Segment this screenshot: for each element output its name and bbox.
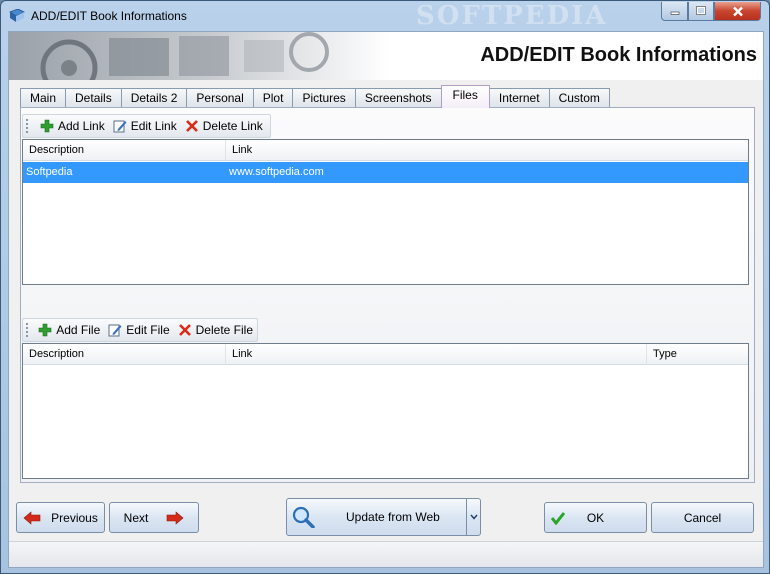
chevron-down-icon (469, 514, 478, 520)
dialog-body: ADD/EDIT Book Informations Main Details … (8, 31, 764, 568)
table-row[interactable]: Softpedia www.softpedia.com (23, 162, 748, 183)
tab-files[interactable]: Files (440, 85, 490, 108)
update-dropdown-toggle[interactable] (466, 499, 480, 535)
header-banner: ADD/EDIT Book Informations (9, 32, 763, 80)
column-header-link[interactable]: Link (226, 344, 647, 365)
column-header-type[interactable]: Type (647, 344, 748, 365)
page-title: ADD/EDIT Book Informations (480, 44, 757, 66)
add-file-label: Add File (56, 323, 101, 337)
tab-custom[interactable]: Custom (548, 88, 610, 108)
tab-main[interactable]: Main (20, 88, 67, 108)
status-bar (9, 541, 763, 567)
magnifier-icon (292, 506, 315, 528)
delete-link-label: Delete Link (202, 119, 263, 133)
arrow-right-icon (167, 510, 184, 525)
edit-icon (108, 324, 122, 337)
cancel-label: Cancel (683, 510, 722, 525)
update-from-web-label: Update from Web (346, 510, 440, 524)
cancel-button[interactable]: Cancel (651, 502, 754, 533)
film-collage-image (9, 32, 389, 80)
edit-icon (113, 120, 127, 133)
files-toolbar: Add File Edit File Delete File (22, 318, 258, 342)
watermark-text: SOFTPEDIA (416, 1, 608, 31)
close-icon (732, 6, 743, 16)
delete-x-icon (185, 120, 198, 132)
toolbar-grip[interactable] (26, 323, 30, 337)
ok-button[interactable]: OK (544, 502, 647, 533)
update-from-web-button[interactable]: Update from Web (286, 498, 481, 536)
plus-icon (38, 323, 52, 337)
checkmark-icon (551, 512, 565, 525)
files-table[interactable]: Description Link Type (22, 343, 749, 479)
row-description: Softpedia (26, 166, 73, 178)
app-window: ADD/EDIT Book Informations SOFTPEDIA ADD… (0, 0, 770, 574)
delete-file-label: Delete File (195, 323, 253, 337)
previous-button[interactable]: Previous (16, 502, 105, 533)
edit-file-label: Edit File (126, 323, 170, 337)
tab-pictures[interactable]: Pictures (292, 88, 356, 108)
edit-link-button[interactable]: Edit Link (109, 116, 181, 136)
table-header: Description Link Type (23, 344, 748, 365)
add-link-label: Add Link (58, 119, 105, 133)
minimize-button[interactable] (661, 2, 688, 21)
title-bar[interactable]: ADD/EDIT Book Informations SOFTPEDIA (1, 1, 769, 31)
tab-internet[interactable]: Internet (488, 88, 550, 108)
maximize-icon (696, 6, 706, 15)
column-header-description[interactable]: Description (23, 344, 226, 365)
window-title: ADD/EDIT Book Informations (31, 9, 187, 23)
arrow-left-icon (23, 510, 41, 525)
delete-x-icon (178, 324, 191, 336)
column-header-link[interactable]: Link (226, 140, 748, 161)
links-toolbar: Add Link Edit Link Delete Link (22, 114, 271, 138)
edit-file-button[interactable]: Edit File (104, 320, 173, 340)
minimize-icon (670, 11, 679, 15)
files-tab-panel: Add Link Edit Link Delete Link Descripti… (20, 107, 755, 483)
links-table[interactable]: Description Link Softpedia www.softpedia… (22, 139, 749, 285)
plus-icon (40, 119, 54, 133)
tab-details-2[interactable]: Details 2 (120, 88, 188, 108)
edit-link-label: Edit Link (130, 119, 177, 133)
toolbar-grip[interactable] (26, 119, 32, 133)
row-link: www.softpedia.com (229, 166, 324, 178)
column-header-description[interactable]: Description (23, 140, 226, 161)
add-link-button[interactable]: Add Link (36, 116, 109, 136)
tab-screenshots[interactable]: Screenshots (354, 88, 442, 108)
book-icon (9, 9, 25, 22)
tab-strip: Main Details Details 2 Personal Plot Pic… (20, 85, 610, 108)
tab-details[interactable]: Details (65, 88, 122, 108)
next-label: Next (123, 510, 149, 525)
tab-plot[interactable]: Plot (252, 88, 294, 108)
tab-personal[interactable]: Personal (186, 88, 254, 108)
close-button[interactable] (714, 2, 761, 21)
next-button[interactable]: Next (109, 502, 199, 533)
add-file-button[interactable]: Add File (34, 320, 104, 340)
ok-label: OK (586, 510, 605, 525)
delete-file-button[interactable]: Delete File (174, 320, 257, 340)
table-header: Description Link (23, 140, 748, 161)
previous-label: Previous (51, 510, 98, 525)
maximize-button[interactable] (688, 2, 714, 21)
delete-link-button[interactable]: Delete Link (181, 116, 267, 136)
